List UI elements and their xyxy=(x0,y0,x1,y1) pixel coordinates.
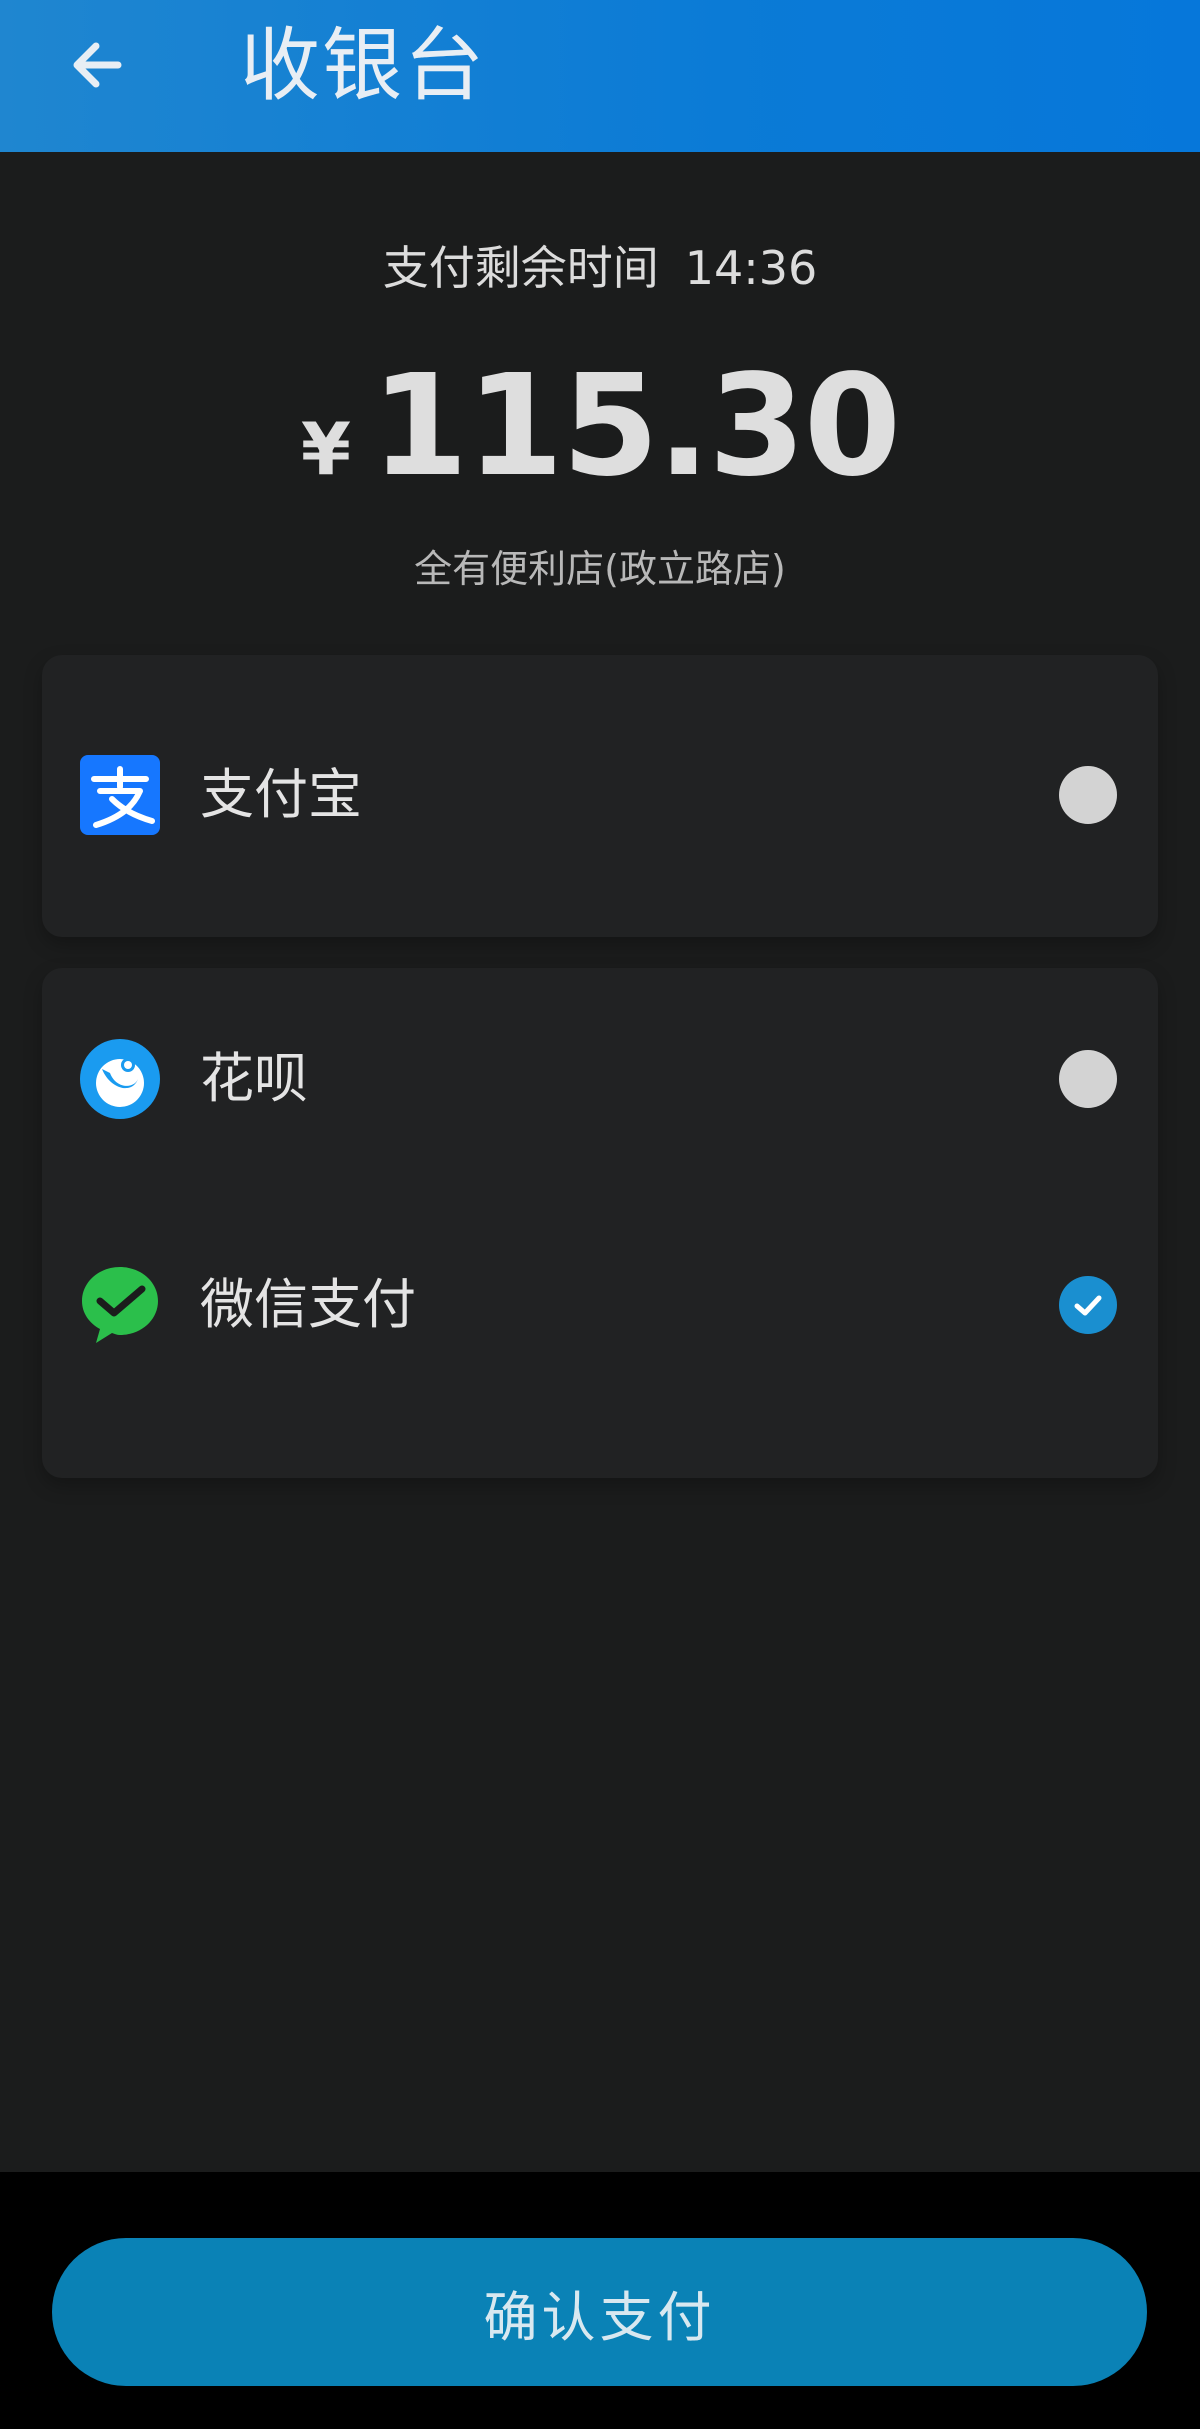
wechat-pay-icon xyxy=(82,1267,158,1343)
radio-huabei[interactable] xyxy=(1059,1050,1117,1108)
confirm-pay-button[interactable]: 确认支付 xyxy=(52,2238,1147,2386)
merchant-name: 全有便利店(政立路店) xyxy=(414,547,786,591)
payment-countdown: 支付剩余时间 14:36 xyxy=(0,232,1200,298)
page-title: 收银台 xyxy=(240,19,486,112)
payment-option-wechat[interactable]: 微信支付 xyxy=(42,1235,1158,1375)
app-header: 收银台 xyxy=(0,0,1200,152)
payment-option-label: 支付宝 xyxy=(200,763,362,826)
payment-option-label: 花呗 xyxy=(200,1047,308,1110)
payment-card-group: 花呗 微信支付 xyxy=(42,968,1158,1478)
payment-card-alipay: 支付宝 xyxy=(42,655,1158,937)
countdown-label: 支付剩余时间 xyxy=(382,241,659,295)
payment-option-alipay[interactable]: 支付宝 xyxy=(42,725,1158,865)
arrow-left-icon xyxy=(73,42,122,88)
back-button[interactable] xyxy=(52,20,142,110)
countdown-time: 14:36 xyxy=(684,241,818,295)
huabei-icon xyxy=(80,1039,160,1119)
radio-wechat-checked[interactable] xyxy=(1059,1276,1117,1334)
radio-alipay[interactable] xyxy=(1059,766,1117,824)
payment-option-label: 微信支付 xyxy=(200,1273,416,1336)
currency-symbol: ¥ xyxy=(300,407,351,491)
check-icon xyxy=(1074,1295,1102,1316)
alipay-icon xyxy=(80,755,160,835)
payment-option-huabei[interactable]: 花呗 xyxy=(42,1009,1158,1149)
amount-value: 115.30 xyxy=(370,345,901,508)
payment-amount: ¥ 115.30 xyxy=(0,345,1200,508)
